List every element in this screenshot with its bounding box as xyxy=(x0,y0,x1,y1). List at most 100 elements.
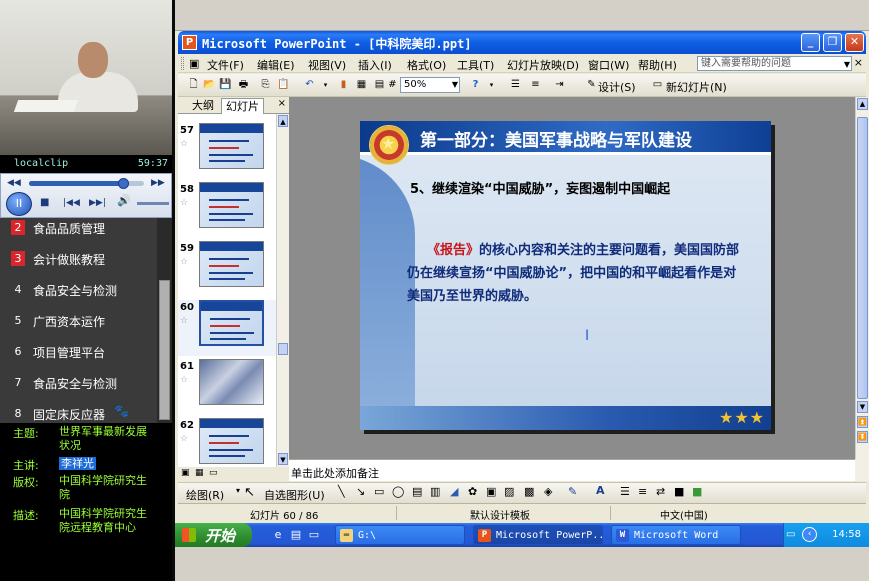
wordart-icon[interactable]: ◢ xyxy=(450,485,458,498)
slide-thumbnail[interactable] xyxy=(199,241,264,287)
course-list-scroll-thumb[interactable] xyxy=(159,280,170,420)
font-color-icon[interactable]: A xyxy=(596,484,605,497)
slide-title[interactable]: 第一部分：美国军事战略与军队建设 xyxy=(420,126,692,151)
slide-thumbnail[interactable] xyxy=(199,418,264,464)
clock[interactable]: 14:58 xyxy=(832,529,861,540)
slides-pane-scroll-thumb[interactable] xyxy=(278,343,288,355)
course-list-item[interactable]: 3 会计做账教程 xyxy=(0,243,157,274)
save-icon[interactable]: 💾 xyxy=(218,78,233,92)
taskbar-powerpoint-task[interactable]: P Microsoft PowerP... xyxy=(473,525,603,545)
line-style-icon[interactable]: ☰ xyxy=(620,485,630,498)
seek-bar[interactable] xyxy=(29,178,144,189)
copy-icon[interactable]: ⎘ xyxy=(258,78,273,92)
insert-chart-icon[interactable]: ▮ xyxy=(336,78,351,92)
diagram-icon[interactable]: ✿ xyxy=(468,485,477,498)
slide-thumbnail-row[interactable]: 59 ☆ xyxy=(178,241,278,297)
previous-slide-icon[interactable]: ⏫ xyxy=(857,416,868,428)
slide-sorter-view-icon[interactable]: ▦ xyxy=(195,468,204,478)
grid-icon[interactable]: # xyxy=(385,78,400,92)
tab-slides[interactable]: 幻灯片 xyxy=(221,98,264,114)
close-icon[interactable]: × xyxy=(278,98,286,109)
chevron-down-icon[interactable]: ▼ xyxy=(844,58,850,71)
3d-style-icon[interactable]: ■ xyxy=(692,485,702,498)
slide-scroll-thumb[interactable] xyxy=(857,117,868,399)
scroll-up-icon[interactable]: ▲ xyxy=(857,98,868,110)
current-slide[interactable]: ★ 第一部分：美国军事战略与军队建设 5、继续渲染“中国威胁”，妄图遏制中国崛起… xyxy=(360,121,771,430)
arrow-style-icon[interactable]: ⇄ xyxy=(656,485,665,498)
print-icon[interactable]: 🖶 xyxy=(236,78,251,92)
title-bar[interactable]: P Microsoft PowerPoint - [中科院美印.ppt] _ ❐… xyxy=(178,31,866,54)
taskbar-folder-task[interactable]: ▬ G:\ xyxy=(335,525,465,545)
help-search-input[interactable]: 键入需要帮助的问题 ▼ xyxy=(697,56,852,71)
notes-scrollbar[interactable] xyxy=(855,459,869,481)
design-icon[interactable]: ✎ xyxy=(584,78,599,92)
undo-icon[interactable]: ↶ xyxy=(302,78,317,92)
slide-thumbnail[interactable] xyxy=(199,359,264,405)
close-button[interactable]: ✕ xyxy=(845,33,864,52)
new-file-icon[interactable]: 🗋 xyxy=(186,78,201,92)
previous-icon[interactable]: |◀◀ xyxy=(63,198,80,208)
notes-pane[interactable]: 单击此处添加备注 xyxy=(289,459,855,481)
slides-pane-scrollbar[interactable]: ▲ ▼ xyxy=(276,114,289,467)
new-slide-icon[interactable]: ▭ xyxy=(650,78,665,92)
slide-transition-icon[interactable]: ☆ xyxy=(180,257,188,267)
scroll-down-icon[interactable]: ▼ xyxy=(278,453,288,465)
scroll-down-icon[interactable]: ▼ xyxy=(857,401,868,413)
slide-transition-icon[interactable]: ☆ xyxy=(180,375,188,385)
slide-thumbnail-row[interactable]: 61 ☆ xyxy=(178,359,278,415)
slide-transition-icon[interactable]: ☆ xyxy=(180,434,188,444)
tab-outline[interactable]: 大纲 xyxy=(188,98,218,114)
menu-item-tools[interactable]: 工具(T) xyxy=(457,57,494,73)
slide-thumbnail-row[interactable]: 58 ☆ xyxy=(178,182,278,238)
open-folder-icon[interactable]: 📂 xyxy=(202,78,217,92)
normal-view-icon[interactable]: ▣ xyxy=(181,468,190,478)
fill-color-icon[interactable]: ◈ xyxy=(544,485,552,498)
bullets-icon[interactable]: ☰ xyxy=(508,78,523,92)
oval-tool-icon[interactable]: ◯ xyxy=(392,485,404,498)
menu-item-file-icon[interactable]: ▣ xyxy=(189,57,199,70)
slide-thumbnail-row[interactable]: 57 ☆ xyxy=(178,123,278,179)
toolbar-options-icon[interactable]: ▾ xyxy=(484,78,499,92)
maximize-button[interactable]: ❐ xyxy=(823,33,842,52)
rectangle-tool-icon[interactable]: ▭ xyxy=(374,485,384,498)
new-slide-button[interactable]: 新幻灯片(N) xyxy=(666,79,727,95)
menu-item-help[interactable]: 帮助(H) xyxy=(638,57,677,73)
course-list-item[interactable]: 5 广西资本运作 xyxy=(0,305,157,336)
fast-forward-icon[interactable]: ▶▶ xyxy=(151,178,165,188)
paste-icon[interactable]: 📋 xyxy=(276,78,291,92)
ie-icon[interactable]: e xyxy=(271,528,285,542)
lecturer-value[interactable]: 李祥光 xyxy=(59,457,96,470)
help-icon[interactable]: ? xyxy=(468,78,483,92)
start-button[interactable]: 开始 xyxy=(175,523,252,547)
chevron-down-icon[interactable]: ▼ xyxy=(452,78,458,92)
picture-icon[interactable]: ▨ xyxy=(504,485,514,498)
slide-editing-area[interactable]: ★ 第一部分：美国军事战略与军队建设 5、继续渲染“中国威胁”，妄图遏制中国崛起… xyxy=(289,97,855,459)
scroll-up-icon[interactable]: ▲ xyxy=(278,115,288,127)
numbering-icon[interactable]: ≡ xyxy=(528,78,543,92)
slide-thumbnail[interactable] xyxy=(199,123,264,169)
insert-table-icon[interactable]: ▦ xyxy=(354,78,369,92)
keyboard-icon[interactable]: ▭ xyxy=(786,529,795,540)
chevron-down-icon[interactable]: ▾ xyxy=(236,486,240,495)
volume-slider[interactable] xyxy=(137,202,169,205)
next-slide-icon[interactable]: ⏬ xyxy=(857,431,868,443)
slide-thumbnail[interactable] xyxy=(199,300,264,346)
dash-style-icon[interactable]: ≡ xyxy=(638,485,647,498)
powerpoint-app-icon[interactable]: P xyxy=(182,35,197,50)
course-list-scrollbar[interactable] xyxy=(157,218,172,423)
rewind-icon[interactable]: ◀◀ xyxy=(7,178,21,188)
volume-icon[interactable]: 🔊 xyxy=(117,195,131,206)
slide-thumbnail-row[interactable]: 60 ☆ xyxy=(178,300,278,356)
doc-close-icon[interactable]: × xyxy=(854,56,863,69)
course-list-item[interactable]: 4 食品安全与检测 xyxy=(0,274,157,305)
taskbar-word-task[interactable]: W Microsoft Word xyxy=(611,525,741,545)
show-hidden-icons-button[interactable]: ‹ xyxy=(802,527,817,542)
course-list-item[interactable]: 2 食品品质管理 xyxy=(0,212,157,243)
vertical-textbox-icon[interactable]: ▥ xyxy=(430,485,440,498)
stop-icon[interactable]: ■ xyxy=(40,198,49,208)
shadow-style-icon[interactable]: ■ xyxy=(674,485,684,498)
undo-dropdown-icon[interactable]: ▾ xyxy=(318,78,333,92)
slide-thumbnail[interactable] xyxy=(199,182,264,228)
minimize-button[interactable]: _ xyxy=(801,33,820,52)
picture2-icon[interactable]: ▩ xyxy=(524,485,534,498)
